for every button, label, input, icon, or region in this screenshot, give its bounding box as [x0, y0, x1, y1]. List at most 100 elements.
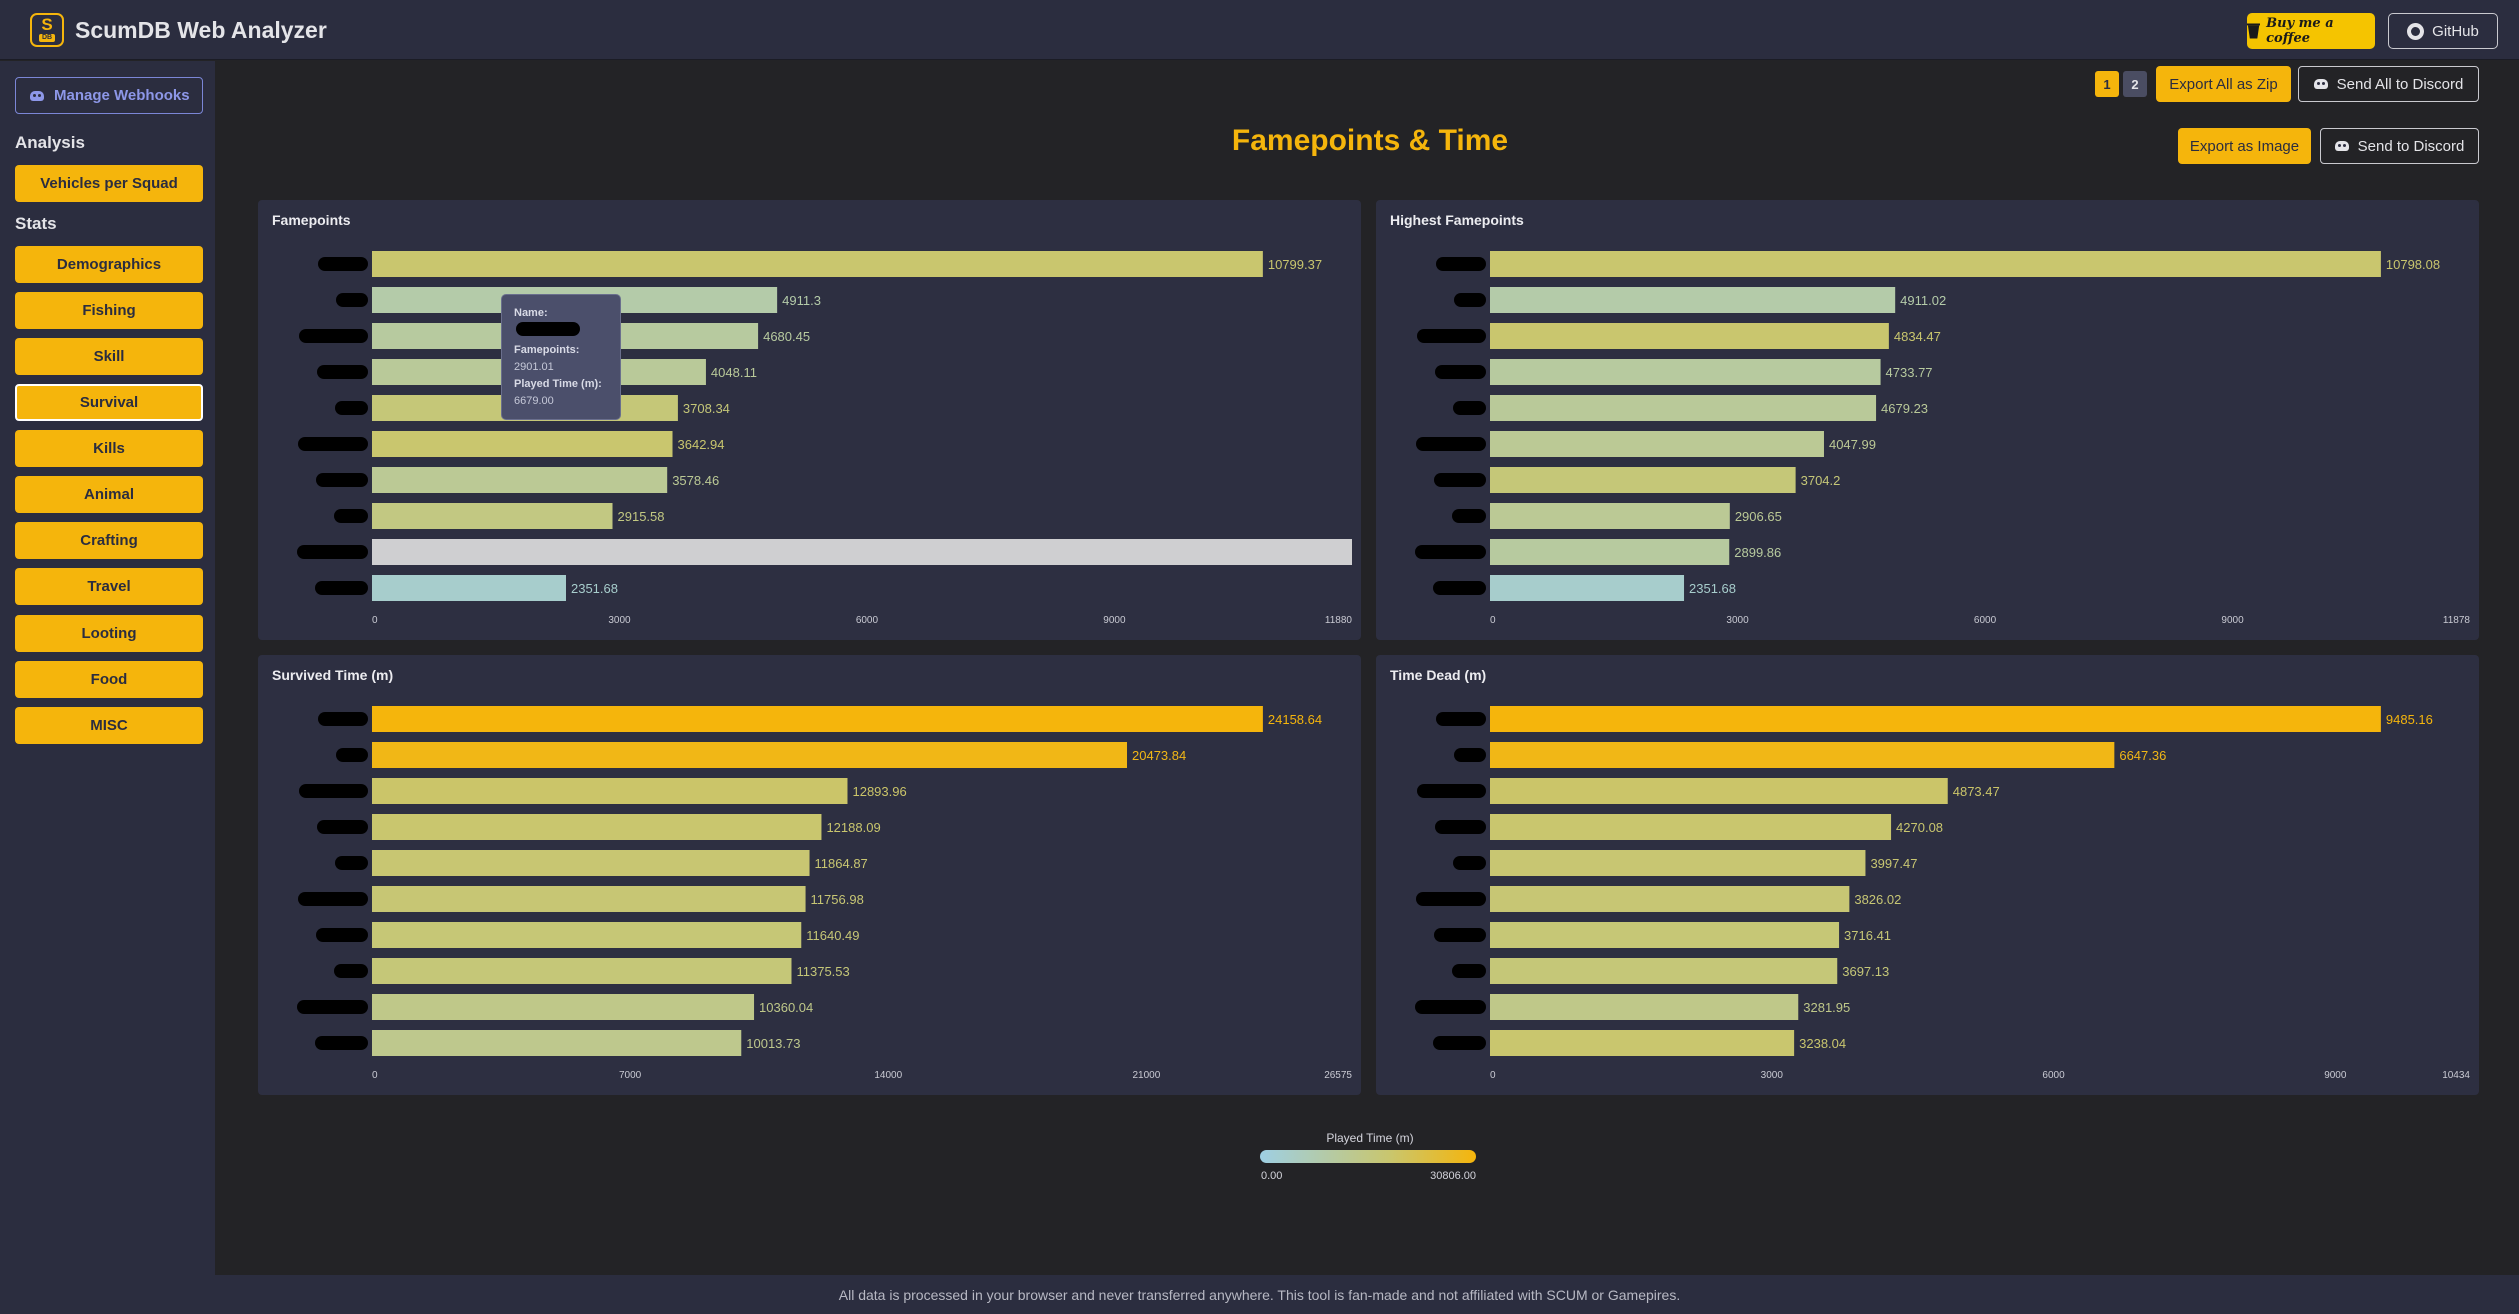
redacted-player-name	[318, 257, 368, 271]
export-all-zip-button[interactable]: Export All as Zip	[2156, 66, 2291, 102]
redacted-player-name	[336, 293, 368, 307]
chart-bar[interactable]	[372, 539, 1352, 565]
chart-bar[interactable]	[372, 467, 668, 493]
redacted-player-name	[334, 964, 368, 978]
page-button-1[interactable]: 1	[2095, 71, 2119, 97]
tooltip-famepoints-key: Famepoints:	[514, 344, 580, 356]
axis-tick-label: 3000	[1761, 1070, 1784, 1081]
redacted-player-name	[1415, 545, 1486, 559]
chart-bar[interactable]	[1490, 1030, 1795, 1056]
sidebar-item-looting[interactable]: Looting	[15, 615, 203, 652]
chart-bar[interactable]	[372, 850, 810, 876]
sidebar-item-demographics[interactable]: Demographics	[15, 246, 203, 283]
bar-value-label: 9485.16	[2386, 712, 2433, 727]
chart-bar[interactable]	[1490, 467, 1796, 493]
bar-value-label: 2351.68	[1689, 581, 1736, 596]
chart-bar[interactable]	[372, 814, 822, 840]
chart-bar[interactable]	[1490, 814, 1892, 840]
axis-tick-label: 9000	[2221, 615, 2244, 626]
redacted-player-name	[1453, 401, 1486, 415]
chart-bar[interactable]	[372, 575, 566, 601]
chart-bar[interactable]	[1490, 323, 1889, 349]
chart-bar[interactable]	[1490, 575, 1685, 601]
chart-bar[interactable]	[1490, 958, 1838, 984]
bar-value-label: 2899.86	[1734, 545, 1781, 560]
chart-bar[interactable]	[1490, 922, 1840, 948]
send-to-discord-button[interactable]: Send to Discord	[2320, 128, 2479, 164]
color-legend-gradient	[1260, 1150, 1476, 1163]
sidebar-item-kills[interactable]: Kills	[15, 430, 203, 467]
redacted-player-name	[1433, 1036, 1486, 1050]
chart-bar[interactable]	[372, 251, 1263, 277]
redacted-player-name	[1454, 748, 1486, 762]
chart-bar[interactable]	[1490, 850, 1866, 876]
github-button[interactable]: GitHub	[2388, 13, 2498, 49]
sidebar-item-skill[interactable]: Skill	[15, 338, 203, 375]
bar-value-label: 3281.95	[1803, 1000, 1850, 1015]
sidebar-item-crafting[interactable]: Crafting	[15, 522, 203, 559]
chart-bar[interactable]	[1490, 706, 2381, 732]
chart-bar[interactable]	[372, 778, 848, 804]
chart-bar[interactable]	[372, 706, 1263, 732]
redacted-player-name	[315, 581, 368, 595]
axis-tick-label: 0	[1490, 615, 1496, 626]
sidebar-item-misc[interactable]: MISC	[15, 707, 203, 744]
chart-bar[interactable]	[372, 886, 806, 912]
redacted-player-name	[1435, 820, 1486, 834]
chart-bar[interactable]	[372, 922, 802, 948]
chart-bar[interactable]	[1490, 886, 1850, 912]
coffee-cup-icon	[2247, 23, 2261, 39]
sidebar-item-travel[interactable]: Travel	[15, 568, 203, 605]
sidebar-item-vehicles-per-squad[interactable]: Vehicles per Squad	[15, 165, 203, 202]
redacted-player-name	[297, 1000, 368, 1014]
send-all-discord-button[interactable]: Send All to Discord	[2298, 66, 2479, 102]
color-legend-min: 0.00	[1261, 1170, 1283, 1182]
chart-bar[interactable]	[372, 958, 792, 984]
discord-icon	[2313, 79, 2328, 89]
app-header: S DB ScumDB Web Analyzer Buy me a coffee…	[0, 0, 2519, 60]
chart-bar[interactable]	[1490, 395, 1877, 421]
chart-bar[interactable]	[372, 1030, 742, 1056]
sidebar-item-animal[interactable]: Animal	[15, 476, 203, 513]
chart-bar[interactable]	[1490, 742, 2115, 768]
redacted-name	[516, 322, 580, 336]
bar-value-label: 2906.65	[1735, 509, 1782, 524]
chart-bar[interactable]	[1490, 778, 1948, 804]
sidebar-item-fishing[interactable]: Fishing	[15, 292, 203, 329]
chart-bar[interactable]	[372, 742, 1128, 768]
bar-value-label: 4048.11	[711, 365, 757, 380]
bar-value-label: 2915.58	[618, 509, 665, 524]
bar-value-label: 12188.09	[826, 820, 880, 835]
chart-bar[interactable]	[1490, 359, 1881, 385]
bar-value-label: 10013.73	[746, 1036, 800, 1051]
redacted-player-name	[1415, 1000, 1486, 1014]
buy-me-a-coffee-button[interactable]: Buy me a coffee	[2247, 13, 2375, 49]
app-logo: S DB	[30, 13, 64, 47]
sidebar-item-survival[interactable]: Survival	[15, 384, 203, 421]
chart-bar[interactable]	[372, 431, 673, 457]
page-button-2[interactable]: 2	[2123, 71, 2147, 97]
axis-tick-label: 9000	[1103, 615, 1126, 626]
redacted-player-name	[1452, 964, 1486, 978]
bar-value-label: 11756.98	[811, 892, 864, 907]
export-image-button[interactable]: Export as Image	[2178, 128, 2311, 164]
axis-tick-label: 0	[372, 1070, 378, 1081]
chart-bar[interactable]	[372, 503, 613, 529]
page-title: Famepoints & Time	[1231, 124, 1509, 157]
chart-bar[interactable]	[1490, 539, 1730, 565]
manage-webhooks-button[interactable]: Manage Webhooks	[15, 77, 203, 114]
bar-value-label: 10360.04	[759, 1000, 813, 1015]
sidebar-item-food[interactable]: Food	[15, 661, 203, 698]
chart-bar[interactable]	[1490, 503, 1730, 529]
redacted-player-name	[1434, 928, 1486, 942]
bar-value-label: 3642.94	[678, 437, 725, 452]
bar-value-label: 4911.02	[1900, 293, 1946, 308]
chart-bar[interactable]	[1490, 287, 1896, 313]
axis-tick-label: 6000	[856, 615, 879, 626]
chart-bar[interactable]	[1490, 251, 2381, 277]
axis-tick-label: 7000	[619, 1070, 642, 1081]
chart-bar[interactable]	[1490, 431, 1824, 457]
bar-value-label: 4834.47	[1894, 329, 1941, 344]
chart-bar[interactable]	[1490, 994, 1799, 1020]
chart-bar[interactable]	[372, 994, 755, 1020]
